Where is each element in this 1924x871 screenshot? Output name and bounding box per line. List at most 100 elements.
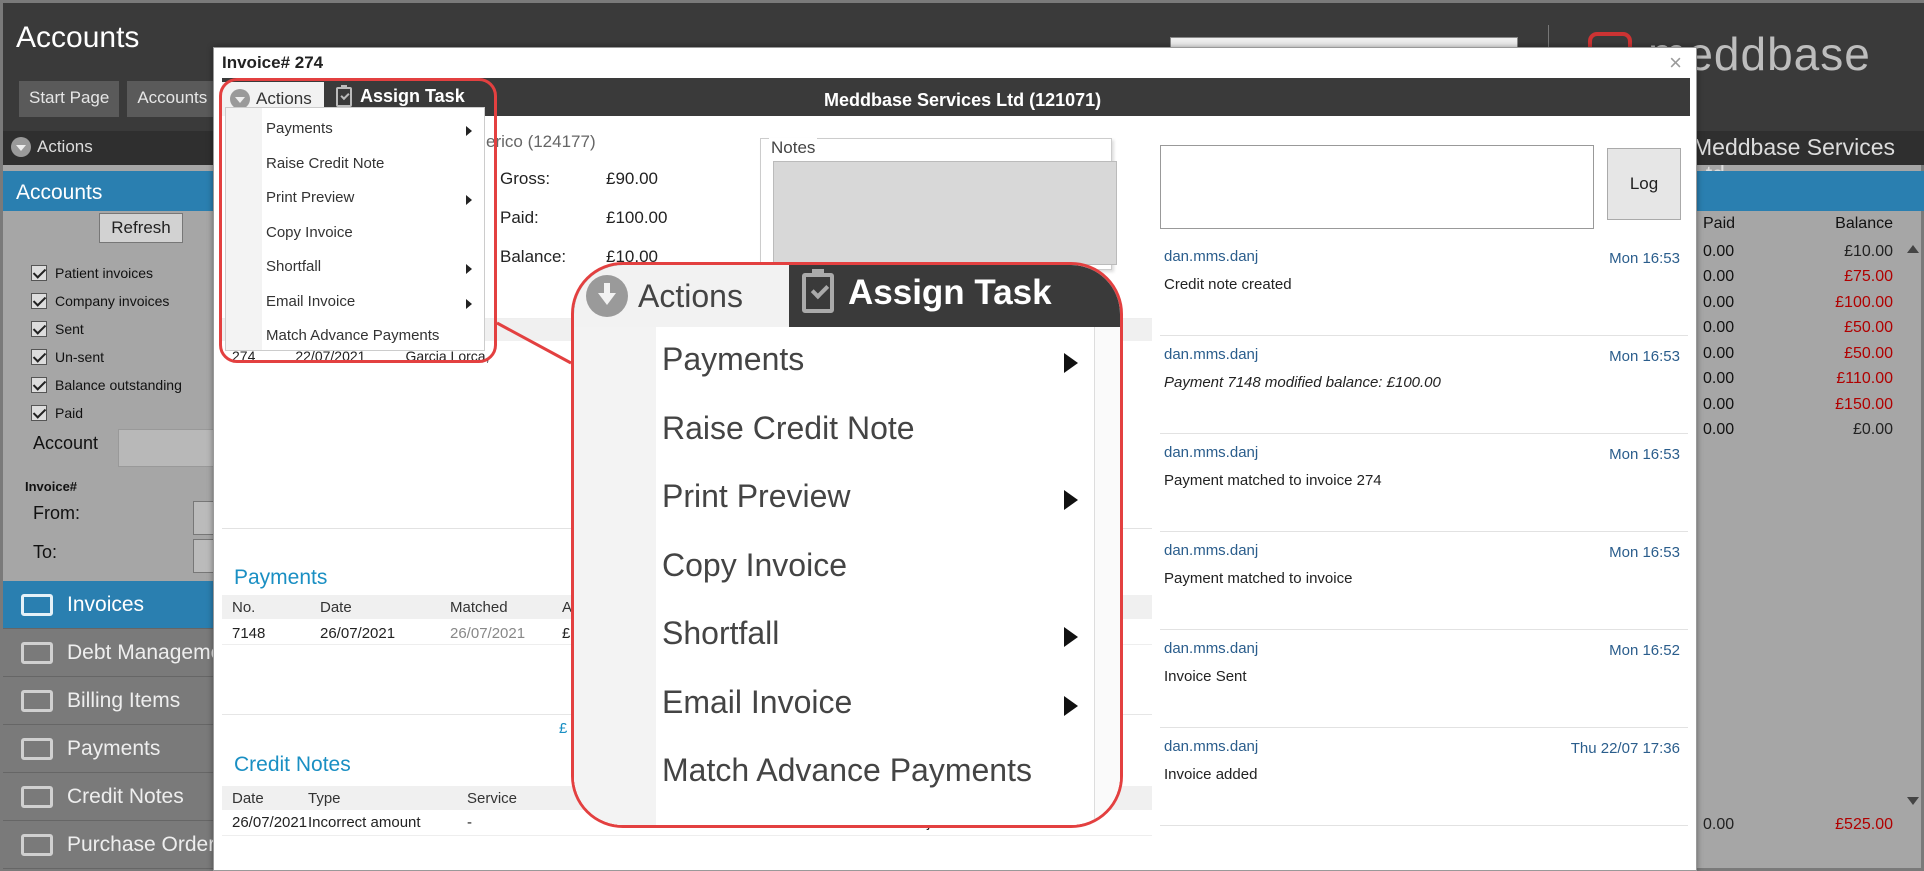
balance-cell: £75.00 bbox=[1844, 268, 1893, 286]
callout-actions-label: Actions bbox=[638, 277, 743, 314]
table-row[interactable]: 0.00 £150.00 bbox=[1703, 392, 1903, 418]
sidebar-item-invoices[interactable]: Invoices bbox=[3, 581, 215, 629]
log-input[interactable] bbox=[1160, 145, 1594, 229]
callout-right-edge bbox=[1094, 327, 1120, 825]
refresh-button[interactable]: Refresh bbox=[99, 213, 183, 243]
checkbox[interactable] bbox=[31, 293, 47, 309]
menu-item-email-invoice[interactable]: Email Invoice bbox=[662, 684, 852, 721]
log-user[interactable]: dan.mms.danj bbox=[1164, 640, 1258, 657]
table-row[interactable]: 0.00 £100.00 bbox=[1703, 290, 1903, 316]
total-balance: £525.00 bbox=[1835, 816, 1893, 833]
table-row[interactable]: 0.00 £0.00 bbox=[1703, 418, 1903, 444]
filter-company-invoices[interactable]: Company invoices bbox=[31, 287, 182, 315]
log-entry: dan.mms.danj Thu 22/07 17:36 Invoice added bbox=[1160, 728, 1688, 826]
log-text: Payment matched to invoice 274 bbox=[1164, 472, 1382, 489]
breadcrumb-accounts[interactable]: Accounts bbox=[127, 81, 218, 117]
magnified-callout: 74 22/07/2021 Garcia Actions Assign Task… bbox=[571, 262, 1123, 828]
column-no[interactable]: No. bbox=[232, 599, 255, 616]
log-entry: dan.mms.danj Mon 16:53 Credit note created bbox=[1160, 238, 1688, 336]
account-input[interactable] bbox=[118, 429, 218, 467]
table-row[interactable]: 0.00 £50.00 bbox=[1703, 341, 1903, 367]
column-date[interactable]: Date bbox=[232, 790, 264, 807]
submenu-arrow-icon bbox=[1064, 627, 1078, 647]
checkbox[interactable] bbox=[31, 321, 47, 337]
checkbox[interactable] bbox=[31, 349, 47, 365]
paid-cell: 0.00 bbox=[1703, 242, 1735, 260]
submenu-arrow-icon bbox=[1064, 695, 1078, 716]
log-user[interactable]: dan.mms.danj bbox=[1164, 542, 1258, 559]
checkbox[interactable] bbox=[31, 405, 47, 421]
folder-icon bbox=[21, 737, 53, 760]
folder-icon bbox=[21, 593, 53, 616]
balance-cell: £10.00 bbox=[1844, 242, 1893, 260]
paid-cell: 0.00 bbox=[1703, 268, 1735, 286]
filter-un-sent[interactable]: Un-sent bbox=[31, 343, 182, 371]
activity-log: dan.mms.danj Mon 16:53 Credit note created… bbox=[1160, 238, 1688, 826]
checkbox[interactable] bbox=[31, 265, 47, 281]
log-time: Thu 22/07 17:36 bbox=[1570, 740, 1680, 757]
menu-item-shortfall[interactable]: Shortfall bbox=[662, 615, 779, 652]
sidebar-item-credit-notes[interactable]: Credit Notes bbox=[3, 773, 215, 821]
column-paid[interactable]: Paid bbox=[1703, 215, 1783, 239]
menu-item-raise-credit-note[interactable]: Raise Credit Note bbox=[662, 410, 915, 447]
callout-assign-task-button[interactable]: Assign Task bbox=[802, 269, 1052, 313]
paid-cell: 0.00 bbox=[1703, 395, 1735, 413]
log-user[interactable]: dan.mms.danj bbox=[1164, 346, 1258, 363]
filter-list: Patient invoices Company invoices Sent U… bbox=[31, 259, 182, 427]
debtor-name[interactable]: erico (124177) bbox=[486, 132, 596, 152]
actions-label: Actions bbox=[37, 137, 93, 156]
sidebar-item-debt-management[interactable]: Debt Management bbox=[3, 629, 215, 677]
from-label: From: bbox=[33, 503, 80, 523]
scroll-down-icon[interactable] bbox=[1907, 797, 1919, 805]
column-service[interactable]: Service bbox=[467, 790, 517, 807]
notes-textarea[interactable] bbox=[773, 161, 1117, 265]
table-row[interactable]: 0.00 £75.00 bbox=[1703, 265, 1903, 291]
close-icon[interactable]: × bbox=[1669, 50, 1682, 76]
column-date[interactable]: Date bbox=[320, 599, 352, 616]
paid-cell: 0.00 bbox=[1703, 319, 1735, 337]
callout-actions-dropdown: Payments Raise Credit Note Print Preview Co… bbox=[574, 327, 1094, 825]
filter-sent[interactable]: Sent bbox=[31, 315, 182, 343]
scroll-up-icon[interactable] bbox=[1907, 245, 1919, 253]
sidebar-item-billing-items[interactable]: Billing Items bbox=[3, 677, 215, 725]
log-button[interactable]: Log bbox=[1607, 148, 1681, 220]
log-user[interactable]: dan.mms.danj bbox=[1164, 444, 1258, 461]
sidebar-item-payments[interactable]: Payments bbox=[3, 725, 215, 773]
folder-icon bbox=[21, 785, 53, 808]
table-row[interactable]: 0.00 £110.00 bbox=[1703, 367, 1903, 393]
credit-date-cell: 26/07/2021 bbox=[232, 814, 308, 831]
breadcrumb-start-page[interactable]: Start Page bbox=[19, 81, 120, 117]
menu-item-copy-invoice[interactable]: Copy Invoice bbox=[662, 547, 847, 584]
folder-icon bbox=[21, 833, 53, 856]
sidebar-item-purchase-orders[interactable]: Purchase Orders bbox=[3, 821, 215, 869]
checkbox[interactable] bbox=[31, 377, 47, 393]
actions-menu-button[interactable]: Actions bbox=[11, 137, 93, 157]
payment-no-cell: 7148 bbox=[232, 625, 266, 642]
payment-matched-cell: 26/07/2021 bbox=[450, 625, 526, 642]
menu-item-match-advance-payments[interactable]: Match Advance Payments bbox=[662, 752, 1032, 789]
callout-actions-tab[interactable]: Actions bbox=[574, 265, 789, 327]
to-label: To: bbox=[33, 542, 58, 562]
menu-item-print-preview[interactable]: Print Preview bbox=[662, 478, 851, 515]
table-row[interactable]: 0.00 £50.00 bbox=[1703, 316, 1903, 342]
filter-balance-outstanding[interactable]: Balance outstanding bbox=[31, 371, 182, 399]
log-entry: dan.mms.danj Mon 16:53 Payment matched to … bbox=[1160, 434, 1688, 532]
column-type[interactable]: Type bbox=[308, 790, 341, 807]
column-balance[interactable]: Balance bbox=[1783, 215, 1893, 239]
scrollbar[interactable] bbox=[1903, 239, 1923, 809]
table-header: Paid Balance bbox=[1703, 215, 1903, 239]
log-time: Mon 16:53 bbox=[1609, 446, 1680, 463]
sidebar-nav: Invoices Debt Management Billing Items P… bbox=[3, 581, 215, 869]
log-user[interactable]: dan.mms.danj bbox=[1164, 738, 1258, 755]
filter-patient-invoices[interactable]: Patient invoices bbox=[31, 259, 182, 287]
balance-label: Balance: bbox=[500, 247, 567, 266]
submenu-arrow-icon bbox=[1064, 353, 1078, 373]
breadcrumb: Start Page Accounts bbox=[19, 81, 218, 117]
table-row[interactable]: 0.00 £10.00 bbox=[1703, 239, 1903, 265]
balance-cell: £50.00 bbox=[1844, 344, 1893, 362]
menu-item-payments[interactable]: Payments bbox=[662, 341, 804, 378]
log-user[interactable]: dan.mms.danj bbox=[1164, 248, 1258, 265]
filter-paid[interactable]: Paid bbox=[31, 399, 182, 427]
column-matched[interactable]: Matched bbox=[450, 599, 508, 616]
gross-label: Gross: bbox=[500, 169, 551, 188]
